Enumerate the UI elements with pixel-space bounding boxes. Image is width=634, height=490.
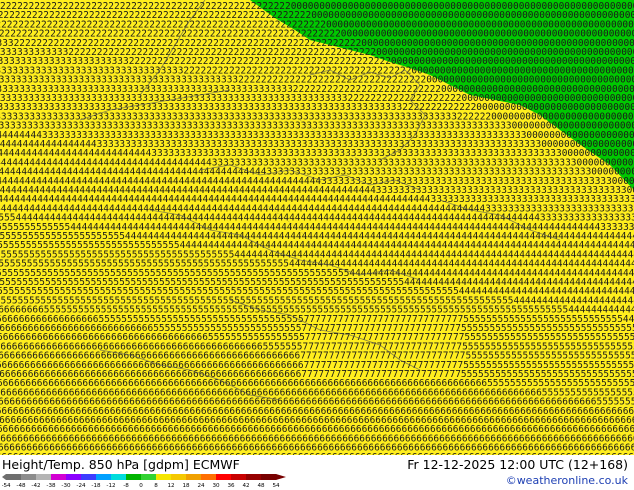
color-scale-cell bbox=[186, 474, 202, 480]
color-scale-tick-label: -54 bbox=[2, 483, 11, 488]
color-scale-cell bbox=[66, 474, 82, 480]
color-scale-tick-label: 24 bbox=[197, 483, 205, 488]
color-scale-tick-label: 42 bbox=[242, 483, 249, 488]
color-scale-tick-label: 12 bbox=[167, 483, 174, 488]
color-scale-tick-label: -18 bbox=[91, 483, 101, 488]
color-scale-tick-label: 48 bbox=[257, 483, 265, 488]
valid-time: Fr 12-12-2025 12:00 UTC (12+168) bbox=[407, 457, 628, 472]
map-footer: Height/Temp. 850 hPa [gdpm] ECMWF Fr 12-… bbox=[0, 455, 634, 490]
color-scale: -54 -48 -42 -38 -30 -24 -18 -12 -8 0 8 12 18 24 30 36 42… bbox=[2, 474, 286, 488]
color-scale-cell bbox=[156, 474, 172, 480]
color-scale-cell bbox=[51, 474, 67, 480]
color-scale-left-arrow bbox=[2, 474, 6, 480]
color-scale-tick-label: -24 bbox=[76, 483, 86, 488]
color-scale-cell bbox=[81, 474, 97, 480]
color-scale-cell bbox=[261, 474, 277, 480]
color-scale-cell bbox=[216, 474, 232, 480]
color-scale-cell bbox=[171, 474, 187, 480]
color-scale-tick-label: 36 bbox=[227, 483, 235, 488]
color-scale-tick-label: -42 bbox=[31, 483, 40, 488]
color-scale-tick-label: 54 bbox=[272, 483, 280, 488]
color-scale-cell bbox=[6, 474, 22, 480]
color-scale-tick-label: 8 bbox=[154, 483, 158, 488]
map-canvas: 2222222222222222222222222222222222222222… bbox=[0, 0, 634, 455]
color-scale-tick-label: 0 bbox=[139, 483, 143, 488]
credit-link[interactable]: ©weatheronline.co.uk bbox=[506, 474, 628, 488]
map-title: Height/Temp. 850 hPa [gdpm] ECMWF bbox=[2, 457, 240, 472]
color-scale-cell bbox=[246, 474, 262, 480]
color-scale-cell bbox=[126, 474, 142, 480]
color-scale-cell bbox=[201, 474, 217, 480]
color-scale-ticks: -54 -48 -42 -38 -30 -24 -18 -12 -8 0 8 12 18 24 30 36 42… bbox=[2, 483, 280, 488]
color-scale-cells bbox=[2, 474, 286, 480]
color-scale-tick-label: 30 bbox=[212, 483, 220, 488]
color-scale-right-arrow bbox=[276, 474, 286, 480]
color-scale-tick-label: -38 bbox=[46, 483, 56, 488]
weather-map: 2222222222222222222222222222222222222222… bbox=[0, 0, 634, 455]
color-scale-tick-label: -12 bbox=[106, 483, 115, 488]
color-scale-cell bbox=[111, 474, 127, 480]
color-scale-cell bbox=[36, 474, 52, 480]
height-digit-grid: 2222222222222222222222222222222222222222… bbox=[0, 1, 634, 455]
color-scale-tick-label: -8 bbox=[123, 483, 129, 488]
color-scale-tick-label: -30 bbox=[61, 483, 71, 488]
color-scale-cell bbox=[21, 474, 37, 480]
color-scale-cell bbox=[231, 474, 247, 480]
color-scale-cell bbox=[141, 474, 157, 480]
color-scale-tick-label: 18 bbox=[182, 483, 190, 488]
color-scale-tick-label: -48 bbox=[16, 483, 26, 488]
color-scale-cell bbox=[96, 474, 112, 480]
